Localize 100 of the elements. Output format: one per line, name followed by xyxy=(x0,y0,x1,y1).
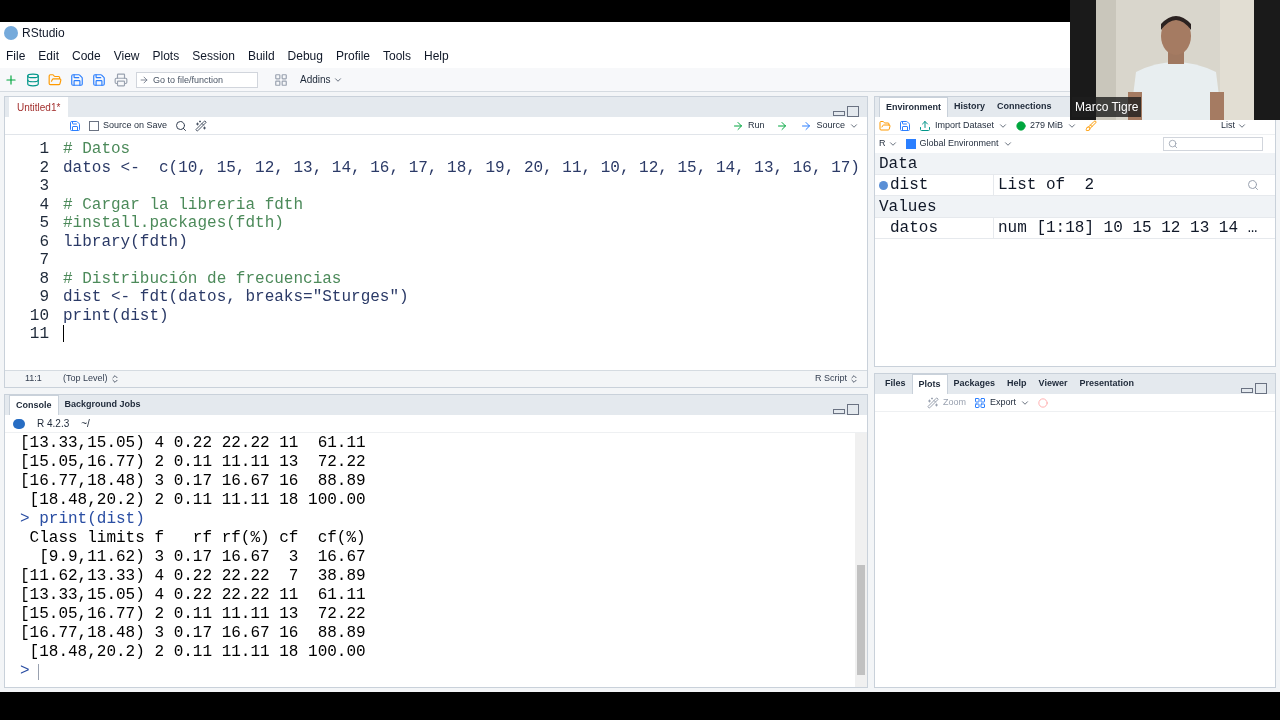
export-button[interactable]: Export xyxy=(974,395,1031,410)
console-output: [15.05,16.77) 2 0.11 11.11 13 72.22 xyxy=(20,605,366,624)
new-file-icon[interactable] xyxy=(4,72,18,87)
checkbox[interactable] xyxy=(89,120,99,131)
view-icon[interactable] xyxy=(1247,179,1259,191)
search-field[interactable] xyxy=(1163,137,1263,151)
console-output: [13.33,15.05) 4 0.22 22.22 11 61.11 xyxy=(20,434,366,453)
code-comment: # Datos xyxy=(63,140,131,159)
arrow-icon xyxy=(800,119,813,132)
console-output: [18.48,20.2) 2 0.11 11.11 18 100.00 xyxy=(28,491,366,510)
menu-item[interactable]: Build xyxy=(247,47,275,65)
maximize-icon[interactable] xyxy=(847,404,859,415)
maximize-icon[interactable] xyxy=(1255,383,1267,394)
code-line: print(dist) xyxy=(63,306,169,325)
minimize-icon[interactable] xyxy=(833,111,845,116)
language-button[interactable]: R xyxy=(879,137,898,151)
line-number: 1 xyxy=(38,140,49,159)
working-directory: ~/ xyxy=(81,417,90,431)
save-icon[interactable] xyxy=(70,72,84,87)
caret-icon xyxy=(887,139,898,149)
search-icon xyxy=(1168,139,1178,149)
line-number: 10 xyxy=(28,306,49,325)
console-prompt: > xyxy=(20,662,30,681)
project-icon[interactable] xyxy=(26,72,40,87)
menu-item[interactable]: View xyxy=(113,47,140,65)
console-output: Class limits f rf rf(%) cf cf(%) xyxy=(28,529,366,548)
participant-name: Marco Tigre xyxy=(1072,97,1142,117)
tab[interactable]: Environment xyxy=(879,97,948,117)
console-output: [16.77,18.48) 3 0.17 16.67 16 88.89 xyxy=(20,624,366,643)
menu-item[interactable]: File xyxy=(6,47,26,65)
tab[interactable]: Console xyxy=(9,395,59,415)
print-icon[interactable] xyxy=(114,72,128,87)
environment-icon xyxy=(905,139,916,149)
line-number: 7 xyxy=(38,251,49,270)
line-number: 11 xyxy=(28,325,49,344)
minimize-icon[interactable] xyxy=(1241,388,1253,393)
source-on-save-checkbox[interactable]: Source on Save xyxy=(89,118,168,133)
code-line: datos <- c(10, 15, 12, 13, 14, 16, 17, 18, 19, 20, 11, 10, 12, 15, 14, 13, 16, 17) xyxy=(63,158,860,177)
menu-item[interactable]: Debug xyxy=(287,47,323,65)
menu-item[interactable]: Plots xyxy=(152,47,180,65)
menu-item[interactable]: Help xyxy=(424,47,449,65)
tab[interactable]: Plots xyxy=(911,374,948,394)
console-output: [11.62,13.33) 4 0.22 22.22 7 38.89 xyxy=(20,567,366,586)
line-number: 3 xyxy=(38,177,49,196)
rerun-icon[interactable] xyxy=(776,119,789,132)
source-button[interactable]: Source xyxy=(800,118,859,133)
pie-icon xyxy=(1016,120,1027,131)
line-number: 4 xyxy=(38,195,49,214)
open-file-icon[interactable] xyxy=(48,72,62,87)
text-cursor xyxy=(37,663,39,680)
console-output: [15.05,16.77) 2 0.11 11.11 13 72.22 xyxy=(20,453,366,472)
app-logo-icon xyxy=(4,26,18,40)
code-line: dist <- fdt(datos, breaks="Sturges") xyxy=(63,288,409,307)
line-number: 2 xyxy=(38,158,49,177)
line-number: 9 xyxy=(38,288,49,307)
cursor-position: 11:1 xyxy=(24,372,43,386)
expand-icon[interactable] xyxy=(879,180,888,190)
r-logo-icon xyxy=(13,418,25,429)
run-button[interactable]: Run xyxy=(731,118,765,133)
code-line: library(fdth) xyxy=(63,232,188,251)
import-dataset-button[interactable]: Import Dataset xyxy=(919,118,1009,133)
arrow-icon xyxy=(731,119,744,132)
wand-icon[interactable] xyxy=(195,119,208,132)
r-version: R 4.2.3 xyxy=(37,417,70,431)
go-to-file-field[interactable]: Go to file/function xyxy=(136,71,258,88)
file-tab[interactable]: Untitled1* xyxy=(9,97,69,117)
brush-icon[interactable] xyxy=(1085,119,1098,132)
section-header: Values xyxy=(875,196,1275,217)
file-type[interactable]: R Script xyxy=(815,372,867,386)
updown-icon xyxy=(849,374,859,384)
menu-item[interactable]: Profile xyxy=(335,47,370,65)
maximize-icon[interactable] xyxy=(847,106,859,117)
scope-selector[interactable]: (Top Level) xyxy=(55,372,120,386)
minimize-icon[interactable] xyxy=(833,409,845,414)
addins-button[interactable]: Addins xyxy=(296,72,347,87)
save-all-icon[interactable] xyxy=(92,72,106,87)
console-output: [16.77,18.48) 3 0.17 16.67 16 88.89 xyxy=(20,472,366,491)
search-icon[interactable] xyxy=(175,119,188,132)
grid-icon[interactable] xyxy=(274,72,288,87)
environment-selector[interactable]: Global Environment xyxy=(905,137,1013,151)
menu-item[interactable]: Session xyxy=(192,47,235,65)
arrow-icon xyxy=(139,74,149,85)
scrollbar[interactable] xyxy=(855,433,867,687)
variable-value: List of 2 xyxy=(993,175,1275,195)
memory-usage-button[interactable]: 279 MiB xyxy=(1016,118,1078,133)
variable-name[interactable]: datos xyxy=(875,218,993,238)
save-icon[interactable] xyxy=(69,119,81,132)
code-comment: #install.packages(fdth) xyxy=(63,214,284,233)
section-header: Data xyxy=(875,153,1275,174)
menu-item[interactable]: Code xyxy=(72,47,101,65)
upload-icon xyxy=(919,119,931,132)
save-icon[interactable] xyxy=(899,119,911,132)
code-comment: # Distribución de frecuencias xyxy=(63,269,342,288)
open-icon[interactable] xyxy=(879,119,891,132)
export-icon xyxy=(974,396,986,409)
view-mode-button[interactable]: List xyxy=(1221,118,1247,133)
menu-item[interactable]: Tools xyxy=(383,47,411,65)
line-number: 6 xyxy=(38,232,49,251)
menu-item[interactable]: Edit xyxy=(38,47,60,65)
variable-name[interactable]: dist xyxy=(875,175,993,195)
